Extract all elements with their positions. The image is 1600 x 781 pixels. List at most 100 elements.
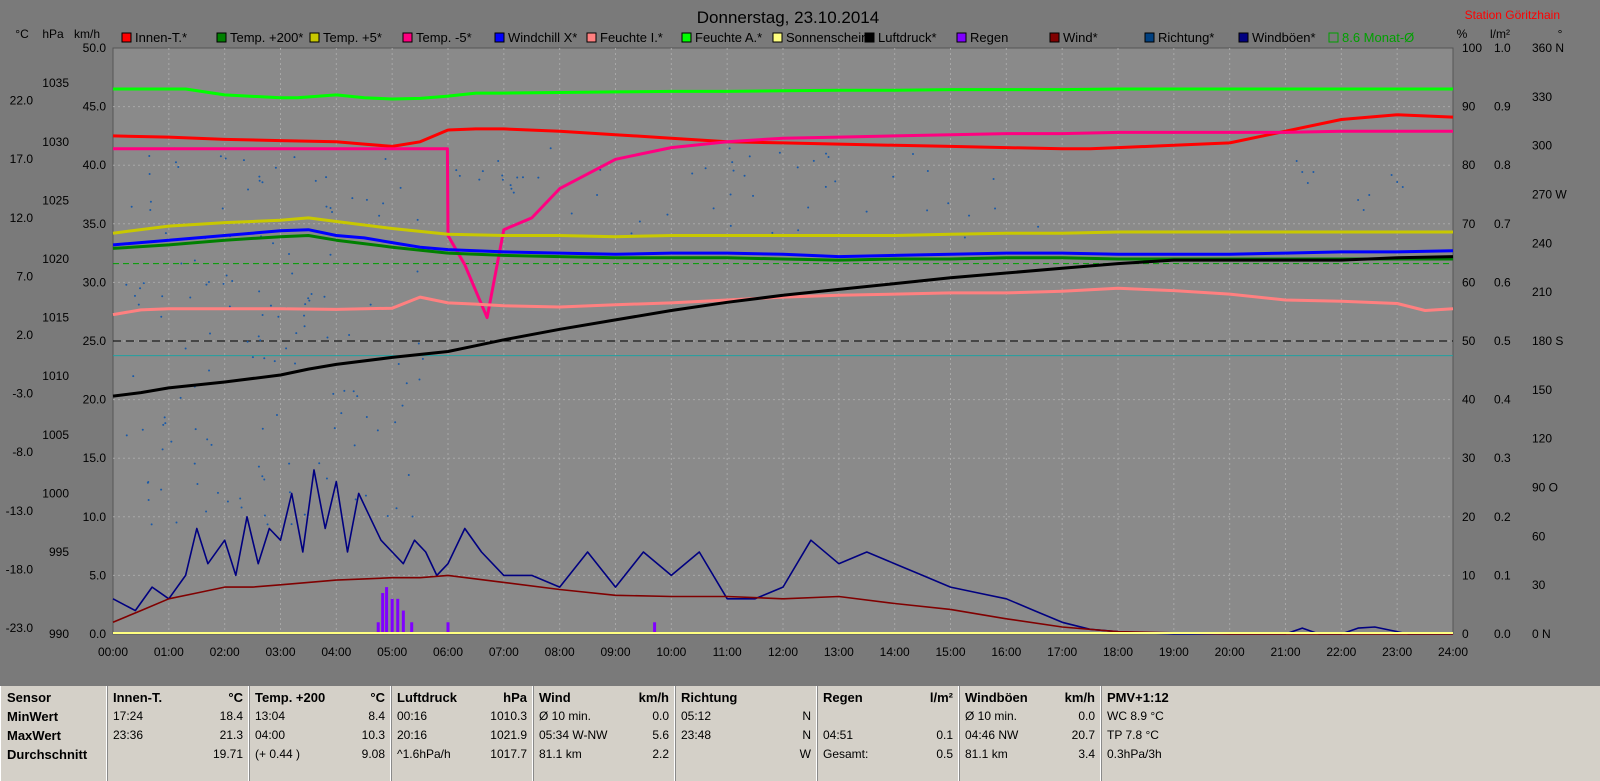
- direction-point: [825, 152, 828, 155]
- direction-point: [209, 332, 212, 335]
- direction-point: [162, 423, 165, 426]
- axis-tick-time: 10:00: [656, 645, 686, 659]
- axis-tick-wind: 20.0: [83, 393, 107, 407]
- legend-label: Wind*: [1063, 30, 1098, 45]
- stats-row-label: 20:16: [397, 728, 428, 742]
- direction-point: [177, 166, 180, 169]
- axis-tick-humidity: 0: [1462, 627, 1469, 641]
- direction-point: [225, 274, 228, 277]
- stats-row-value: 1010.3: [490, 709, 527, 723]
- stats-panel: Sensor MinWert MaxWert Durchschnitt Inne…: [0, 686, 1600, 781]
- stats-row: (+ 0.44 ) 9.08: [255, 745, 385, 764]
- direction-point: [179, 396, 182, 399]
- stats-col-title: Richtung: [681, 688, 811, 707]
- axis-tick-wind: 45.0: [83, 100, 107, 114]
- direction-point: [395, 507, 398, 510]
- stats-col-title-text: Windböen: [965, 690, 1028, 705]
- axis-tick-rain: 0.7: [1494, 217, 1511, 231]
- stats-row: 81.1 km 2.2: [539, 745, 669, 764]
- direction-point: [926, 169, 929, 172]
- stats-row: 04:46 NW 20.7: [965, 726, 1095, 745]
- direction-point: [1396, 181, 1399, 183]
- direction-point: [963, 236, 966, 239]
- stats-row: 17:24 18.4: [113, 707, 243, 726]
- axis-tick-humidity: 70: [1462, 217, 1476, 231]
- axis-tick-humidity: 20: [1462, 510, 1476, 524]
- stats-row-value: 0.0: [1078, 709, 1095, 723]
- direction-point: [911, 153, 914, 156]
- direction-point: [137, 303, 140, 306]
- axis-tick-rain: 1.0: [1494, 41, 1511, 55]
- direction-point: [549, 147, 552, 150]
- rain-bar: [390, 598, 394, 634]
- axis-tick-time: 24:00: [1438, 645, 1468, 659]
- direction-point: [125, 283, 128, 286]
- stats-row-label: 04:51: [823, 728, 854, 742]
- direction-point: [401, 404, 404, 407]
- direction-point: [421, 357, 424, 360]
- axis-tick-direction: 30: [1532, 578, 1546, 592]
- stats-col-title-text: Wind: [539, 690, 571, 705]
- axis-tick-direction: 60: [1532, 529, 1546, 543]
- direction-point: [865, 210, 868, 213]
- axis-tick-rain: 0.4: [1494, 393, 1511, 407]
- axis-tick-pressure: 1010: [42, 369, 69, 383]
- axis-tick-time: 22:00: [1326, 645, 1356, 659]
- axis-tick-time: 20:00: [1215, 645, 1245, 659]
- direction-point: [478, 178, 481, 181]
- stats-col-title-text: Richtung: [681, 690, 738, 705]
- direction-point: [205, 283, 208, 286]
- direction-point: [259, 339, 262, 342]
- direction-point: [748, 155, 751, 158]
- direction-point: [356, 395, 359, 398]
- direction-point: [304, 303, 307, 306]
- stats-row-label: 05:34 W-NW: [539, 728, 608, 742]
- axis-tick-pressure: 1035: [42, 76, 69, 90]
- axis-tick-rain: 0.0: [1494, 627, 1511, 641]
- stats-row: TP 7.8 °C: [1107, 728, 1159, 742]
- stats-row: 23:36 21.3: [113, 726, 243, 745]
- axis-tick-direction: 300: [1532, 139, 1552, 153]
- axis-tick-pressure: 1000: [42, 486, 69, 500]
- stats-row-label: Gesamt:: [823, 747, 869, 761]
- direction-point: [778, 151, 781, 154]
- axis-tick-humidity: 90: [1462, 100, 1476, 114]
- unit-header-right: %: [1457, 27, 1468, 41]
- direction-point: [416, 270, 419, 273]
- direction-point: [332, 392, 335, 395]
- legend-label: 8.6 Monat-Ø: [1342, 30, 1414, 45]
- axis-tick-temp: 17.0: [10, 152, 34, 166]
- direction-point: [148, 154, 151, 157]
- direction-point: [288, 462, 291, 465]
- legend-label: Richtung*: [1158, 30, 1214, 45]
- axis-tick-time: 05:00: [377, 645, 407, 659]
- direction-point: [326, 336, 329, 339]
- direction-point: [277, 315, 280, 318]
- direction-point: [193, 462, 196, 465]
- direction-point: [193, 259, 196, 262]
- axis-tick-time: 17:00: [1047, 645, 1077, 659]
- stats-col-pmv: PMV+1:12 WC 8.9 °C TP 7.8 °C 0.3hPa/3h: [1100, 686, 1600, 781]
- legend-label: Windchill X*: [508, 30, 577, 45]
- stats-row-value: W: [799, 747, 811, 761]
- direction-point: [139, 287, 142, 290]
- direction-point: [146, 481, 149, 484]
- axis-tick-rain: 0.9: [1494, 100, 1511, 114]
- direction-point: [416, 218, 419, 221]
- direction-point: [160, 315, 163, 318]
- direction-point: [272, 242, 275, 245]
- stats-row: 04:00 10.3: [255, 726, 385, 745]
- stats-row-value: N: [802, 728, 811, 742]
- stats-col-title: Innen-T. °C: [113, 688, 243, 707]
- direction-point: [329, 253, 332, 256]
- stats-row-value: 20.7: [1071, 728, 1095, 742]
- stats-col-unit: km/h: [1064, 690, 1095, 705]
- stats-row: 05:12 N: [681, 707, 811, 726]
- direction-point: [163, 416, 166, 419]
- stats-row-value: 8.4: [368, 709, 385, 723]
- axis-tick-humidity: 100: [1462, 41, 1482, 55]
- direction-point: [318, 462, 321, 465]
- stats-row: ^1.6hPa/h 1017.7: [397, 745, 527, 764]
- direction-point: [285, 347, 288, 350]
- direction-point: [386, 514, 389, 517]
